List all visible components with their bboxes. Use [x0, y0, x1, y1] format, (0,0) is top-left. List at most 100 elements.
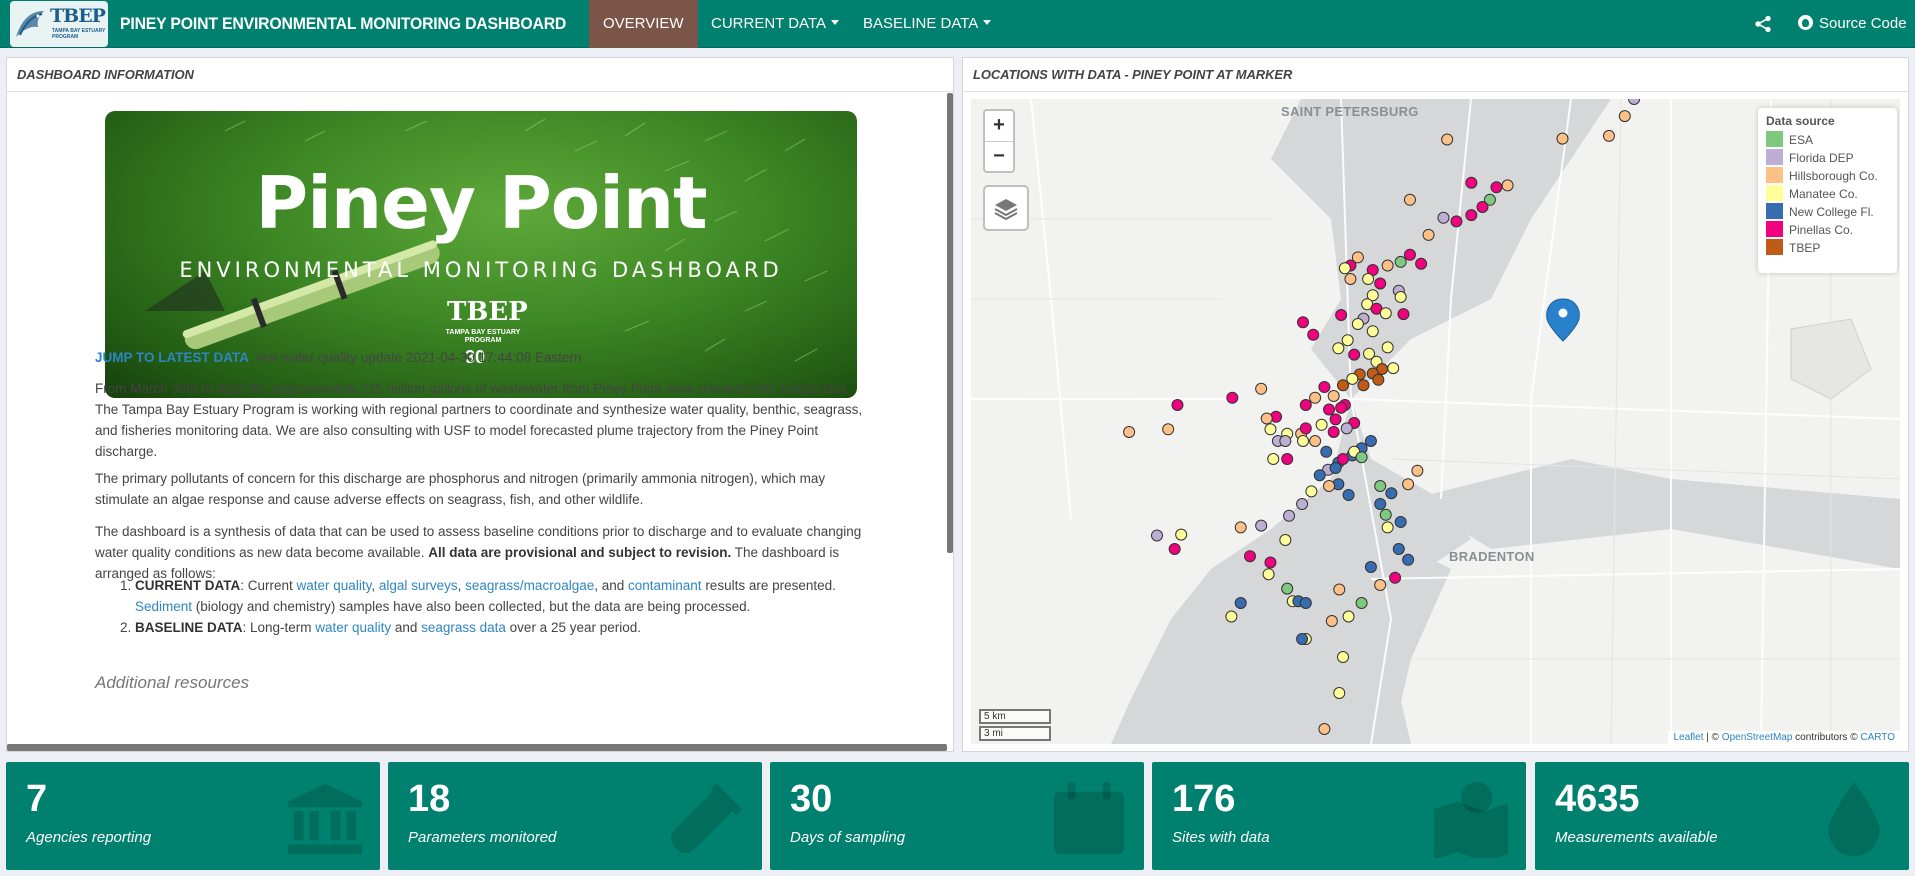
site-marker[interactable]: [1379, 508, 1392, 521]
site-marker[interactable]: [1226, 391, 1239, 404]
site-marker[interactable]: [1465, 176, 1478, 189]
site-marker[interactable]: [1327, 426, 1340, 438]
site-marker[interactable]: [1264, 556, 1277, 569]
site-marker[interactable]: [1397, 308, 1410, 321]
site-marker[interactable]: [1307, 328, 1320, 341]
site-marker[interactable]: [1374, 498, 1387, 510]
site-marker[interactable]: [1394, 516, 1407, 528]
tab-current-data[interactable]: CURRENT DATA: [697, 0, 853, 48]
site-marker[interactable]: [1297, 316, 1310, 329]
site-marker[interactable]: [1318, 381, 1331, 393]
site-marker[interactable]: [1501, 179, 1514, 192]
site-marker[interactable]: [1329, 413, 1342, 426]
site-marker[interactable]: [1337, 453, 1349, 465]
site-marker[interactable]: [1299, 597, 1312, 609]
site-marker[interactable]: [1344, 273, 1357, 285]
site-marker[interactable]: [1342, 610, 1355, 623]
seagrass-data-link[interactable]: seagrass data: [421, 620, 506, 635]
site-marker[interactable]: [1402, 478, 1415, 491]
site-marker[interactable]: [1355, 451, 1368, 464]
site-marker[interactable]: [1297, 435, 1310, 447]
site-marker[interactable]: [1333, 687, 1346, 699]
site-marker[interactable]: [1337, 379, 1349, 392]
water-quality-link[interactable]: water quality: [297, 578, 372, 593]
site-marker[interactable]: [1296, 633, 1309, 645]
site-marker[interactable]: [1441, 133, 1454, 146]
tab-overview[interactable]: OVERVIEW: [589, 0, 698, 48]
share-icon[interactable]: [1754, 15, 1772, 33]
site-marker[interactable]: [1374, 277, 1387, 290]
site-marker[interactable]: [1387, 362, 1400, 375]
sediment-link[interactable]: Sediment: [135, 599, 192, 614]
site-marker[interactable]: [1338, 262, 1351, 275]
site-marker[interactable]: [1362, 273, 1375, 285]
site-marker[interactable]: [1329, 462, 1342, 474]
seagrass-macroalgae-link[interactable]: seagrass/macroalgae: [465, 578, 594, 593]
site-marker[interactable]: [1389, 571, 1402, 584]
site-marker[interactable]: [1234, 521, 1247, 534]
site-marker[interactable]: [1325, 615, 1338, 627]
site-marker[interactable]: [1628, 99, 1641, 105]
site-marker[interactable]: [1394, 291, 1407, 303]
site-marker[interactable]: [1267, 453, 1280, 465]
site-marker[interactable]: [1255, 519, 1268, 532]
site-marker[interactable]: [1422, 228, 1435, 241]
site-marker[interactable]: [1305, 485, 1318, 498]
site-marker[interactable]: [1309, 435, 1322, 447]
site-marker[interactable]: [1162, 423, 1175, 436]
site-marker[interactable]: [1315, 418, 1328, 431]
site-marker[interactable]: [1411, 464, 1424, 477]
site-marker[interactable]: [1465, 209, 1478, 222]
site-marker[interactable]: [1332, 342, 1345, 355]
tab-baseline-data[interactable]: BASELINE DATA: [849, 0, 1005, 48]
leaflet-map[interactable]: SAINT PETERSBURG BRADENTON + − Data sour…: [971, 99, 1900, 744]
site-marker[interactable]: [1323, 480, 1336, 492]
site-marker[interactable]: [1450, 215, 1463, 228]
site-marker[interactable]: [1299, 399, 1312, 411]
jump-to-latest-link[interactable]: JUMP TO LATEST DATA: [95, 350, 249, 365]
carto-link[interactable]: CARTO: [1860, 732, 1895, 743]
site-marker[interactable]: [1556, 132, 1569, 145]
zoom-in-button[interactable]: +: [985, 111, 1013, 141]
site-marker[interactable]: [1299, 422, 1312, 435]
site-marker[interactable]: [1123, 426, 1136, 438]
site-marker[interactable]: [1357, 379, 1370, 392]
site-marker[interactable]: [1381, 521, 1394, 534]
site-marker[interactable]: [1333, 583, 1346, 596]
site-marker[interactable]: [1323, 403, 1336, 416]
site-marker[interactable]: [1379, 307, 1392, 320]
site-marker[interactable]: [1283, 509, 1296, 522]
site-marker[interactable]: [1309, 391, 1322, 404]
site-marker[interactable]: [1403, 248, 1416, 261]
site-marker[interactable]: [1260, 412, 1273, 425]
site-marker[interactable]: [1372, 373, 1385, 386]
site-marker[interactable]: [1335, 401, 1348, 414]
horizontal-scrollbar[interactable]: [7, 744, 947, 751]
site-marker[interactable]: [1342, 489, 1355, 501]
site-marker[interactable]: [1618, 110, 1631, 123]
site-marker[interactable]: [1392, 543, 1405, 555]
site-marker[interactable]: [1335, 309, 1348, 321]
site-marker[interactable]: [1327, 390, 1340, 402]
zoom-out-button[interactable]: −: [985, 142, 1013, 172]
contaminant-link[interactable]: contaminant: [628, 578, 702, 593]
site-marker[interactable]: [1348, 348, 1361, 361]
site-marker[interactable]: [1337, 651, 1349, 663]
site-marker[interactable]: [1364, 561, 1377, 573]
site-marker[interactable]: [1168, 543, 1181, 555]
site-marker[interactable]: [1318, 723, 1331, 735]
site-marker[interactable]: [1171, 399, 1184, 411]
site-marker[interactable]: [1340, 422, 1353, 435]
site-marker[interactable]: [1602, 129, 1615, 142]
site-marker[interactable]: [1374, 579, 1387, 591]
site-marker[interactable]: [1264, 423, 1277, 436]
site-marker[interactable]: [1234, 597, 1247, 609]
site-marker[interactable]: [1313, 469, 1326, 482]
site-marker[interactable]: [1281, 453, 1294, 465]
source-code-link[interactable]: Source Code: [1798, 0, 1907, 48]
site-marker[interactable]: [1402, 553, 1415, 566]
site-marker[interactable]: [1364, 435, 1377, 447]
baseline-water-quality-link[interactable]: water quality: [315, 620, 391, 635]
openstreetmap-link[interactable]: OpenStreetMap: [1722, 732, 1793, 743]
site-marker[interactable]: [1394, 255, 1407, 268]
